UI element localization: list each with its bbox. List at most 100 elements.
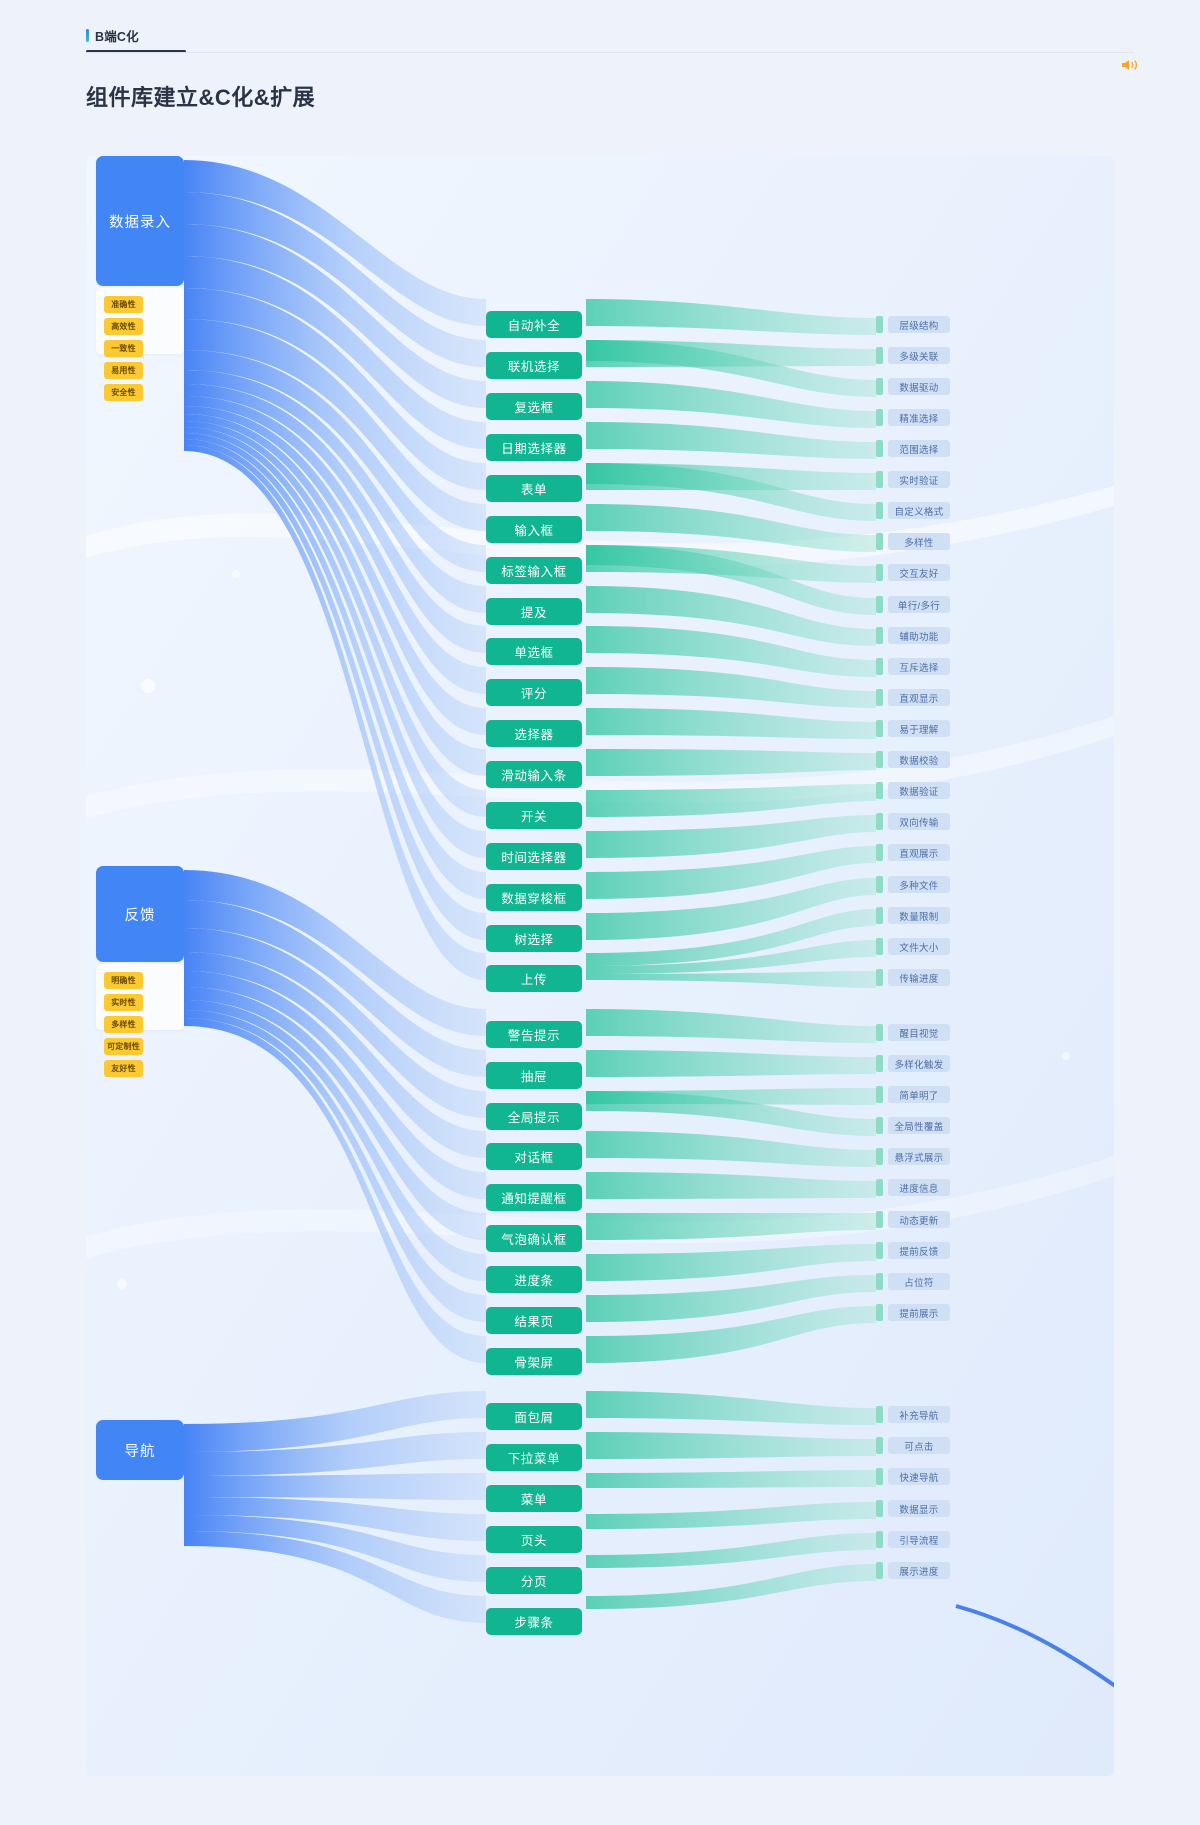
component-node[interactable]: 日期选择器 xyxy=(486,434,582,461)
attribute-node[interactable]: 双向传输 xyxy=(888,813,950,830)
attribute-node-stub xyxy=(876,1273,883,1290)
attribute-node[interactable]: 占位符 xyxy=(888,1273,950,1290)
component-node[interactable]: 标签输入框 xyxy=(486,557,582,584)
tab-accent-bar xyxy=(86,29,89,42)
component-node-label: 下拉菜单 xyxy=(507,1452,561,1466)
attribute-node[interactable]: 数据显示 xyxy=(888,1500,950,1517)
component-node[interactable]: 全局提示 xyxy=(486,1103,582,1130)
component-node-label: 步骤条 xyxy=(514,1616,554,1630)
component-node[interactable]: 页头 xyxy=(486,1526,582,1553)
component-node[interactable]: 自动补全 xyxy=(486,311,582,338)
component-node[interactable]: 提及 xyxy=(486,598,582,625)
attribute-node[interactable]: 醒目视觉 xyxy=(888,1024,950,1041)
attribute-node[interactable]: 悬浮式展示 xyxy=(888,1148,950,1165)
attribute-node-label: 快速导航 xyxy=(899,1472,939,1484)
component-node-label: 输入框 xyxy=(514,524,554,538)
attribute-node[interactable]: 交互友好 xyxy=(888,564,950,581)
component-node[interactable]: 步骤条 xyxy=(486,1608,582,1635)
attribute-node[interactable]: 进度信息 xyxy=(888,1179,950,1196)
attribute-node[interactable]: 简单明了 xyxy=(888,1086,950,1103)
attribute-node-label: 传输进度 xyxy=(899,973,939,985)
component-node[interactable]: 结果页 xyxy=(486,1307,582,1334)
attribute-node-label: 数量限制 xyxy=(899,911,939,923)
attribute-node[interactable]: 数量限制 xyxy=(888,907,950,924)
attribute-node[interactable]: 单行/多行 xyxy=(888,596,950,613)
component-node[interactable]: 评分 xyxy=(486,679,582,706)
attribute-node-stub xyxy=(876,1242,883,1259)
component-node[interactable]: 树选择 xyxy=(486,925,582,952)
attribute-node[interactable]: 数据校验 xyxy=(888,751,950,768)
component-node[interactable]: 通知提醒框 xyxy=(486,1184,582,1211)
attribute-node-label: 多样性 xyxy=(904,537,934,549)
tag: 明确性 xyxy=(104,972,143,989)
attribute-node-label: 多种文件 xyxy=(899,880,939,892)
attribute-node[interactable]: 层级结构 xyxy=(888,316,950,333)
component-node[interactable]: 联机选择 xyxy=(486,352,582,379)
component-node[interactable]: 气泡确认框 xyxy=(486,1225,582,1252)
component-node[interactable]: 菜单 xyxy=(486,1485,582,1512)
component-node[interactable]: 时间选择器 xyxy=(486,843,582,870)
attribute-node-label: 多样化触发 xyxy=(894,1059,944,1071)
attribute-node[interactable]: 展示进度 xyxy=(888,1562,950,1579)
attribute-node-label: 精准选择 xyxy=(899,413,939,425)
attribute-node[interactable]: 自定义格式 xyxy=(888,502,950,519)
tab-b-duan-c-hua[interactable]: B端C化 xyxy=(86,26,139,45)
attribute-node[interactable]: 直观展示 xyxy=(888,844,950,861)
attribute-node[interactable]: 数据驱动 xyxy=(888,378,950,395)
attribute-node-label: 悬浮式展示 xyxy=(894,1152,944,1164)
source-node-feedback[interactable]: 反馈 xyxy=(96,866,184,962)
attribute-node-label: 可点击 xyxy=(904,1441,934,1453)
attribute-node[interactable]: 传输进度 xyxy=(888,969,950,986)
source-node-navigation[interactable]: 导航 xyxy=(96,1420,184,1480)
attribute-node[interactable]: 多级关联 xyxy=(888,347,950,364)
attribute-node[interactable]: 补充导航 xyxy=(888,1406,950,1423)
attribute-node[interactable]: 快速导航 xyxy=(888,1468,950,1485)
component-node[interactable]: 骨架屏 xyxy=(486,1348,582,1375)
sankey-diagram-card: 数据录入 准确性 高效性 一致性 易用性 安全性 反馈 明确性 实时性 多样性 … xyxy=(86,156,1114,1776)
attribute-node[interactable]: 实时验证 xyxy=(888,471,950,488)
attribute-node[interactable]: 易于理解 xyxy=(888,720,950,737)
source-node-data-entry[interactable]: 数据录入 xyxy=(96,156,184,286)
component-node[interactable]: 警告提示 xyxy=(486,1021,582,1048)
attribute-node-stub xyxy=(876,1437,883,1454)
attribute-node[interactable]: 多样性 xyxy=(888,533,950,550)
component-node[interactable]: 表单 xyxy=(486,475,582,502)
component-node[interactable]: 滑动输入条 xyxy=(486,761,582,788)
component-node[interactable]: 抽屉 xyxy=(486,1062,582,1089)
attribute-node[interactable]: 引导流程 xyxy=(888,1531,950,1548)
component-node[interactable]: 开关 xyxy=(486,802,582,829)
attribute-node-stub xyxy=(876,1500,883,1517)
attribute-node[interactable]: 数据验证 xyxy=(888,782,950,799)
arrow-decoration xyxy=(955,1604,1114,1688)
component-node[interactable]: 单选框 xyxy=(486,638,582,665)
attribute-node[interactable]: 文件大小 xyxy=(888,938,950,955)
speaker-icon[interactable] xyxy=(1120,58,1140,72)
attribute-node[interactable]: 动态更新 xyxy=(888,1211,950,1228)
attribute-node-label: 全局性覆盖 xyxy=(894,1121,944,1133)
attribute-node[interactable]: 可点击 xyxy=(888,1437,950,1454)
component-node[interactable]: 选择器 xyxy=(486,720,582,747)
attribute-node[interactable]: 多样化触发 xyxy=(888,1055,950,1072)
attribute-node[interactable]: 提前展示 xyxy=(888,1304,950,1321)
attribute-node[interactable]: 全局性覆盖 xyxy=(888,1117,950,1134)
attribute-node[interactable]: 提前反馈 xyxy=(888,1242,950,1259)
attribute-node[interactable]: 范围选择 xyxy=(888,440,950,457)
component-node[interactable]: 复选框 xyxy=(486,393,582,420)
component-node[interactable]: 下拉菜单 xyxy=(486,1444,582,1471)
component-node[interactable]: 输入框 xyxy=(486,516,582,543)
attribute-node[interactable]: 精准选择 xyxy=(888,409,950,426)
component-node[interactable]: 对话框 xyxy=(486,1143,582,1170)
attribute-node-label: 提前反馈 xyxy=(899,1246,939,1258)
component-node[interactable]: 分页 xyxy=(486,1567,582,1594)
component-node[interactable]: 上传 xyxy=(486,965,582,992)
component-node[interactable]: 面包屑 xyxy=(486,1403,582,1430)
attribute-node-stub xyxy=(876,1055,883,1072)
component-node[interactable]: 进度条 xyxy=(486,1266,582,1293)
attribute-node[interactable]: 互斥选择 xyxy=(888,658,950,675)
attribute-node[interactable]: 多种文件 xyxy=(888,876,950,893)
attribute-node[interactable]: 辅助功能 xyxy=(888,627,950,644)
component-node[interactable]: 数据穿梭框 xyxy=(486,884,582,911)
attribute-node-label: 辅助功能 xyxy=(899,631,939,643)
attribute-node[interactable]: 直观显示 xyxy=(888,689,950,706)
component-node-label: 通知提醒框 xyxy=(501,1192,567,1206)
